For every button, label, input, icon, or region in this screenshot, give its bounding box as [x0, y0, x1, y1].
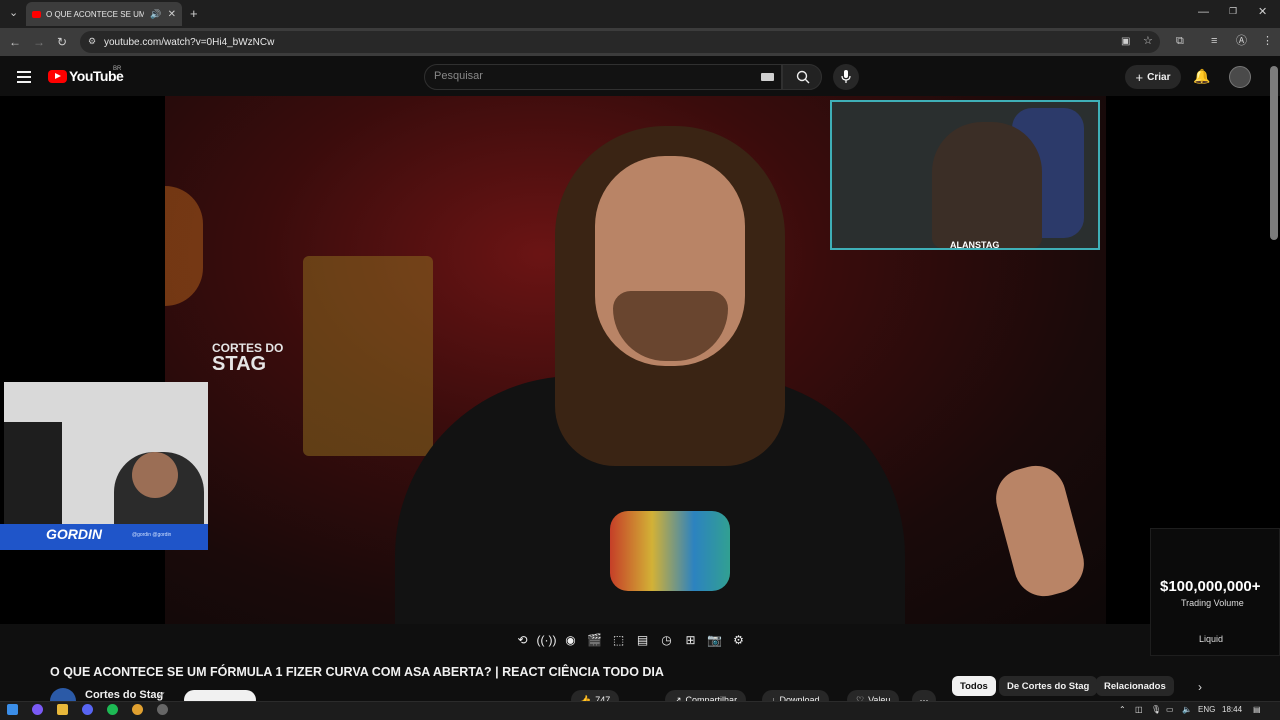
- cinema-icon[interactable]: ▤: [634, 631, 651, 648]
- restore-icon[interactable]: ❐: [1229, 7, 1237, 16]
- site-info-icon[interactable]: ⚙: [88, 37, 96, 46]
- ad-label: Trading Volume: [1181, 598, 1244, 608]
- tab-search-chevron-icon[interactable]: ⌄: [9, 8, 18, 19]
- reactor-name-banner: [0, 524, 208, 550]
- ad-amount: $100,000,000+: [1160, 578, 1261, 595]
- ad-brand: Liquid: [1199, 634, 1224, 644]
- page-scrollbar[interactable]: [1270, 66, 1278, 240]
- tab-title: O QUE ACONTECE SE UM F: [46, 9, 145, 19]
- keyboard-icon[interactable]: [761, 73, 774, 81]
- reactor-head: [132, 452, 178, 498]
- streamer-webcam-overlay: ALANSTAG: [830, 100, 1100, 250]
- search-placeholder: Pesquisar: [434, 70, 483, 82]
- shirt-cow-graphic: [610, 511, 730, 591]
- watermark-line2: STAG: [212, 353, 267, 375]
- hamburger-menu-icon[interactable]: [17, 68, 31, 86]
- chip-related[interactable]: Relacionados: [1096, 676, 1174, 696]
- reload-icon[interactable]: ↻: [57, 36, 67, 48]
- language-indicator[interactable]: ENG: [1198, 705, 1215, 714]
- tray-app-icon[interactable]: ◫: [1135, 705, 1143, 714]
- browser-tab[interactable]: O QUE ACONTECE SE UM F 🔊 ✕: [26, 2, 182, 26]
- plus-icon: +: [1135, 69, 1144, 85]
- forward-icon[interactable]: →: [33, 36, 45, 48]
- background-lamp: [165, 186, 203, 306]
- settings-gear-icon[interactable]: ⚙: [730, 631, 747, 648]
- channel-watermark: CORTES DO STAG: [212, 342, 283, 374]
- screenshot-icon[interactable]: 📷: [706, 631, 723, 648]
- windows-start-icon[interactable]: [7, 704, 18, 715]
- spotify-icon[interactable]: [107, 704, 118, 715]
- broadcast-icon[interactable]: ((·)): [537, 631, 557, 648]
- url-text[interactable]: youtube.com/watch?v=0Hi4_bWzNCw: [104, 37, 274, 48]
- video-title: O QUE ACONTECE SE UM FÓRMULA 1 FIZER CUR…: [50, 665, 664, 679]
- add-frame-icon[interactable]: ⊞: [682, 631, 699, 648]
- country-code: BR: [113, 66, 122, 72]
- search-icon: [796, 70, 810, 84]
- streamer-figure: [932, 122, 1042, 248]
- tray-mic-icon[interactable]: 🎙: [1151, 705, 1161, 714]
- discord-icon[interactable]: [82, 704, 93, 715]
- reactor-handles: @gordin @gordin: [132, 532, 172, 538]
- copilot-icon[interactable]: [32, 704, 43, 715]
- microphone-icon: [841, 70, 851, 83]
- close-window-icon[interactable]: ✕: [1258, 7, 1267, 18]
- speed-icon[interactable]: ◷: [658, 631, 675, 648]
- streamer-tag: ALANSTAG: [950, 240, 1000, 250]
- browser-menu-icon[interactable]: ⋮: [1262, 36, 1273, 47]
- clapper-icon[interactable]: 🎬: [586, 631, 603, 648]
- app-icon[interactable]: [157, 704, 168, 715]
- extensions-icon[interactable]: ⧉: [1176, 36, 1184, 47]
- back-icon[interactable]: ←: [9, 36, 21, 48]
- background-panel: [303, 256, 433, 456]
- notifications-bell-icon[interactable]: 🔔: [1193, 68, 1210, 85]
- loop-icon[interactable]: ⟲: [514, 631, 531, 648]
- chip-from-channel[interactable]: De Cortes do Stag: [999, 676, 1098, 696]
- chrome-icon[interactable]: [132, 704, 143, 715]
- clock[interactable]: 18:44: [1222, 705, 1242, 714]
- speaker-icon[interactable]: 🔊: [150, 9, 161, 20]
- bookmark-star-icon[interactable]: ☆: [1143, 36, 1153, 47]
- voice-search-button[interactable]: [833, 64, 859, 90]
- reading-list-icon[interactable]: ≡: [1211, 36, 1217, 47]
- close-tab-icon[interactable]: ✕: [168, 9, 176, 20]
- minimize-icon[interactable]: —: [1198, 7, 1209, 18]
- cast-icon[interactable]: ▣: [1121, 37, 1130, 47]
- youtube-favicon-icon: [32, 10, 41, 18]
- presenter-hand: [989, 459, 1091, 603]
- profile-icon[interactable]: Ⓐ: [1236, 36, 1247, 47]
- search-button[interactable]: [782, 64, 822, 90]
- aspect-ratio-icon[interactable]: ⬚: [610, 631, 627, 648]
- account-avatar[interactable]: [1229, 66, 1251, 88]
- windows-taskbar: [0, 701, 1280, 720]
- volume-icon[interactable]: 🔈: [1182, 705, 1192, 714]
- channel-name[interactable]: Cortes do Stag: [85, 689, 163, 701]
- player-extension-controls: ⟲ ((·)) ◉ 🎬 ⬚ ▤ ◷ ⊞ 📷 ⚙: [514, 631, 747, 648]
- file-explorer-icon[interactable]: [57, 704, 68, 715]
- notifications-icon[interactable]: ▤: [1253, 705, 1261, 714]
- eye-icon[interactable]: ◉: [562, 631, 579, 648]
- youtube-logo-icon[interactable]: [48, 70, 67, 83]
- create-label: Criar: [1147, 71, 1171, 83]
- chips-next-chevron-icon[interactable]: ›: [1198, 680, 1202, 694]
- pc-tower: [4, 422, 62, 532]
- chip-all[interactable]: Todos: [952, 676, 996, 696]
- create-button[interactable]: + Criar: [1125, 65, 1181, 89]
- reactor-name: GORDIN: [46, 526, 102, 542]
- video-player[interactable]: ALANSTAG CORTES DO STAG GORDIN @gordin @…: [0, 96, 1280, 624]
- verified-icon: ✔: [158, 690, 166, 700]
- tray-chevron-icon[interactable]: ⌃: [1119, 705, 1126, 714]
- new-tab-icon[interactable]: +: [190, 7, 198, 20]
- network-icon[interactable]: ▭: [1166, 705, 1174, 714]
